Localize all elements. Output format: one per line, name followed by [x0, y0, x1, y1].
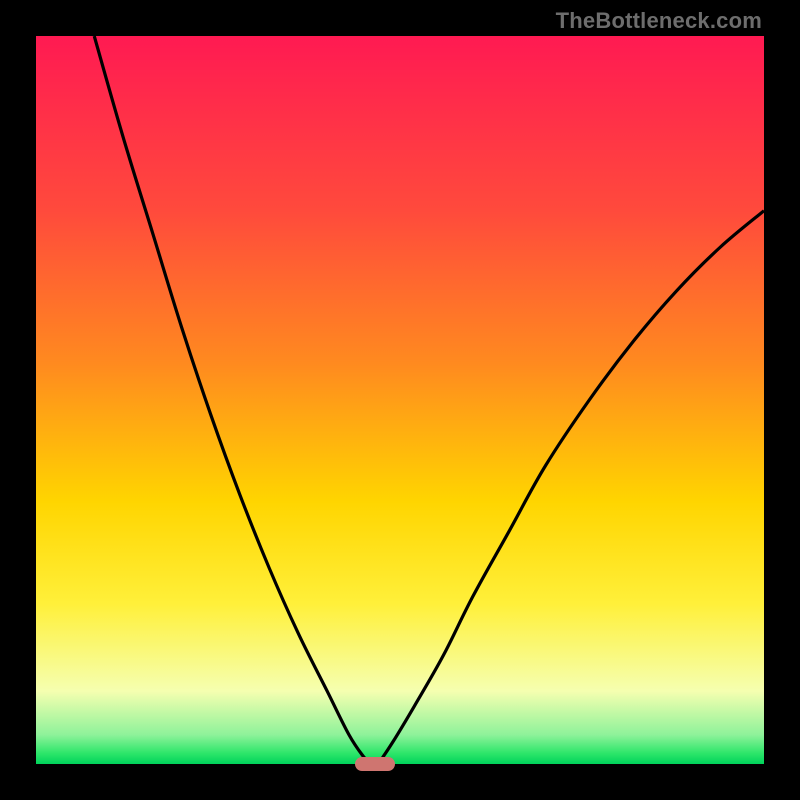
min-marker	[355, 757, 395, 771]
curve-left	[94, 36, 371, 764]
curve-right	[378, 211, 764, 764]
watermark-text: TheBottleneck.com	[556, 8, 762, 34]
plot-area	[36, 36, 764, 764]
bottleneck-curve	[36, 36, 764, 764]
chart-frame: TheBottleneck.com	[0, 0, 800, 800]
